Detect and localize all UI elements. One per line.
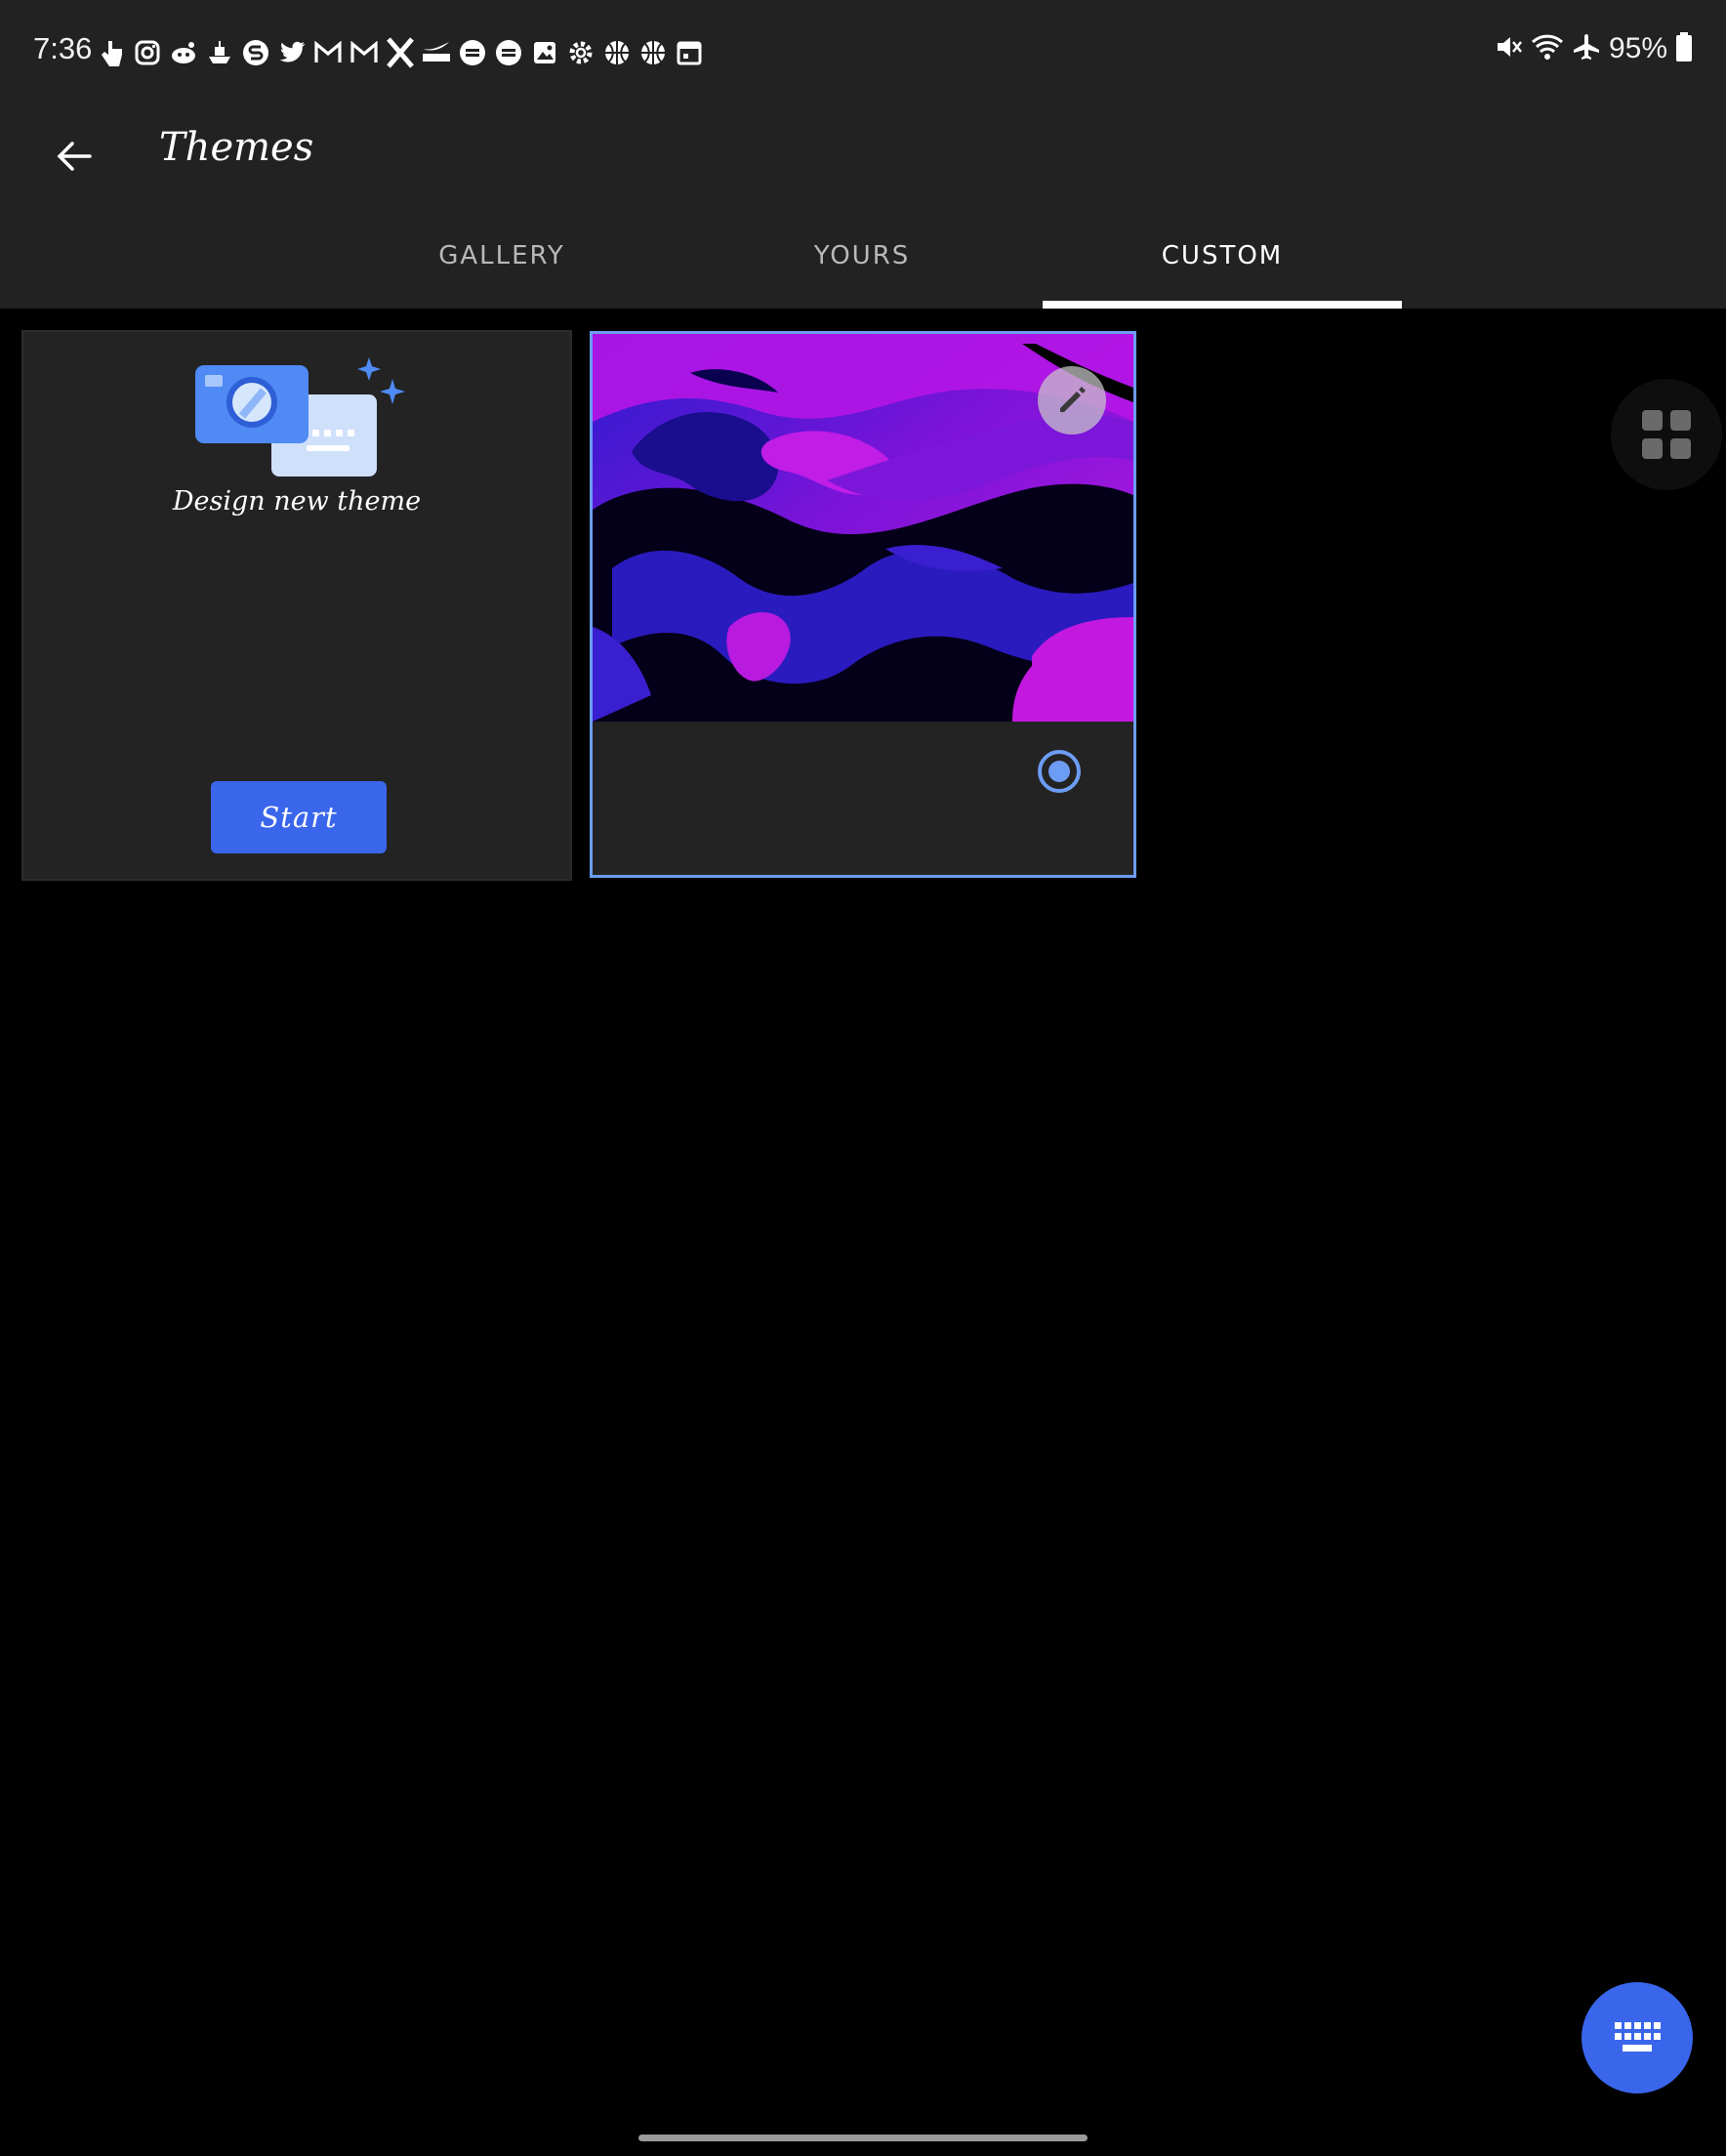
x-icon — [385, 37, 416, 68]
grid-icon — [1642, 410, 1691, 459]
battery-percent: 95% — [1608, 32, 1667, 64]
mute-icon — [1494, 32, 1523, 65]
tab-gallery[interactable]: GALLERY — [322, 203, 681, 309]
tab-yours[interactable]: YOURS — [682, 203, 1042, 309]
system-status: 95% — [1494, 29, 1693, 68]
footlocker-icon — [493, 37, 524, 68]
basketball-icon — [637, 37, 669, 68]
gallery-icon — [529, 37, 560, 68]
pencil-icon — [1060, 387, 1086, 412]
calendar-icon — [674, 37, 705, 68]
app-s-icon — [240, 37, 271, 68]
custom-theme-card[interactable] — [590, 331, 1136, 878]
radio-selected-dot — [1048, 761, 1070, 782]
back-button[interactable] — [39, 121, 109, 191]
keyboard-fab[interactable] — [1582, 1982, 1693, 2094]
layout-grid-button[interactable] — [1611, 379, 1722, 490]
status-bar: 7:36 95% — [0, 0, 1726, 105]
reddit-icon — [168, 37, 199, 68]
home-indicator[interactable] — [638, 2135, 1088, 2141]
ship-icon — [204, 37, 235, 68]
theme-illustration-icon — [195, 357, 405, 477]
twitter-icon — [276, 37, 308, 68]
wifi-icon — [1531, 32, 1564, 65]
notification-icons — [96, 35, 705, 70]
arrow-back-icon — [57, 142, 92, 171]
snkrs-icon — [421, 37, 452, 68]
design-new-theme-card[interactable]: Design new theme Start — [21, 330, 572, 881]
gmail-icon — [349, 37, 380, 68]
start-button[interactable]: Start — [211, 781, 387, 853]
theme-select-radio[interactable] — [1038, 750, 1081, 793]
page-title: Themes — [159, 125, 314, 170]
touch-icon — [96, 37, 127, 68]
basketball-icon — [601, 37, 633, 68]
instagram-icon — [132, 37, 163, 68]
tab-indicator — [1043, 301, 1402, 309]
edit-theme-button[interactable] — [1038, 366, 1106, 435]
footlocker-icon — [457, 37, 488, 68]
battery-icon — [1675, 31, 1693, 66]
tab-bar: GALLERY YOURS CUSTOM — [0, 203, 1726, 309]
status-time: 7:36 — [33, 31, 93, 65]
keyboard-icon — [1615, 2022, 1661, 2052]
settings-icon — [565, 37, 596, 68]
gmail-icon — [312, 37, 344, 68]
airplane-icon — [1572, 32, 1601, 65]
design-new-theme-label: Design new theme — [172, 486, 422, 517]
tab-custom[interactable]: CUSTOM — [1043, 203, 1402, 309]
